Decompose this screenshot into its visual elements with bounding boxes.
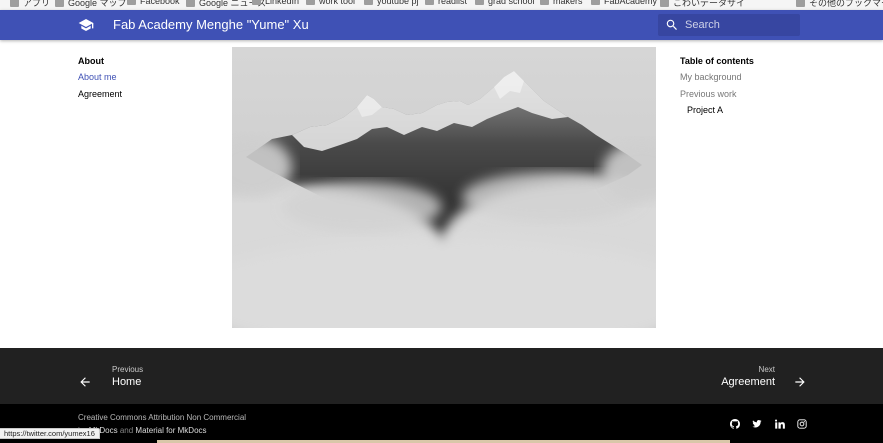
bookmark-label: youtube pj xyxy=(377,0,419,6)
instagram-icon[interactable] xyxy=(797,419,807,429)
table-of-contents: Table of contents My background Previous… xyxy=(680,56,840,122)
bookmark-folder-icon xyxy=(55,0,64,7)
status-bar-url: https://twitter.com/yumex16 xyxy=(0,428,100,439)
search-box[interactable] xyxy=(658,14,800,36)
bookmark-item[interactable]: Google マップ xyxy=(55,0,127,9)
hero-mountain-image xyxy=(232,47,656,328)
bookmark-item[interactable]: youtube pj xyxy=(364,0,419,6)
bookmark-item[interactable]: work tool xyxy=(306,0,355,6)
next-page-link[interactable]: Next Agreement xyxy=(700,362,810,392)
bookmark-label: アプリ xyxy=(23,0,51,8)
bookmark-label: FabAcademy xyxy=(604,0,658,6)
previous-page-link[interactable]: Previous Home xyxy=(78,362,198,392)
bookmark-folder-icon xyxy=(252,0,261,5)
bookmark-label: makers xyxy=(553,0,583,6)
next-label: Next xyxy=(758,365,775,374)
arrow-left-icon xyxy=(80,377,90,387)
bookmark-item[interactable]: makers xyxy=(540,0,583,6)
bookmark-item[interactable]: Facebook xyxy=(127,0,180,6)
footer-meta: Creative Commons Attribution Non Commerc… xyxy=(0,404,883,443)
bookmark-folder-icon xyxy=(425,0,434,5)
bookmark-item[interactable]: その他のブックマーク xyxy=(796,0,883,9)
github-icon[interactable] xyxy=(730,419,740,429)
linkedin-icon[interactable] xyxy=(775,419,785,429)
bookmark-folder-icon xyxy=(10,0,19,7)
bookmark-label: readlist xyxy=(438,0,468,6)
bookmark-label: work tool xyxy=(319,0,356,6)
bookmark-folder-icon xyxy=(475,0,484,5)
bookmark-folder-icon xyxy=(796,0,805,7)
toc-title: Table of contents xyxy=(680,56,754,66)
bookmark-label: Facebook xyxy=(140,0,180,6)
bookmark-item[interactable]: readlist xyxy=(425,0,467,6)
bookmark-folder-icon xyxy=(364,0,373,5)
toc-item-project-a[interactable]: Project A xyxy=(680,105,840,122)
bookmark-folder-icon xyxy=(306,0,315,5)
bookmark-folder-icon xyxy=(591,0,600,5)
bookmark-label: Google マップ xyxy=(68,0,127,8)
next-page-title: Agreement xyxy=(721,376,775,388)
credits-and: and xyxy=(119,426,134,435)
bookmark-label: grad school xyxy=(488,0,535,6)
school-icon[interactable] xyxy=(77,17,95,33)
previous-label: Previous xyxy=(112,365,144,374)
primary-nav: About About me Agreement xyxy=(78,56,218,105)
bookmark-folder-icon xyxy=(127,0,136,5)
nav-item-about-me[interactable]: About me xyxy=(78,72,218,89)
bookmark-item[interactable]: grad school xyxy=(475,0,535,6)
arrow-right-icon xyxy=(795,377,805,387)
twitter-icon[interactable] xyxy=(752,419,762,429)
toc-item-previous-work[interactable]: Previous work xyxy=(680,89,840,106)
bookmark-folder-icon xyxy=(540,0,549,5)
bookmark-label: こわいデータサイ xyxy=(673,0,746,8)
bookmarks-bar: アプリ Google マップ Facebook Google ニュース LinkedIn… xyxy=(0,0,883,10)
footer-navigation: Previous Home Next Agreement xyxy=(0,348,883,404)
bookmark-folder-icon xyxy=(660,0,669,7)
previous-page-title: Home xyxy=(112,376,142,388)
bookmark-item[interactable]: LinkedIn xyxy=(252,0,299,6)
bookmark-label: LinkedIn xyxy=(265,0,300,6)
bookmark-label: その他のブックマーク xyxy=(809,0,883,8)
material-for-mkdocs-link[interactable]: Material for MkDocs xyxy=(135,426,206,435)
bookmark-folder-icon xyxy=(186,0,195,7)
copyright-text: Creative Commons Attribution Non Commerc… xyxy=(78,413,247,422)
bookmark-item[interactable]: アプリ xyxy=(10,0,50,9)
nav-item-agreement[interactable]: Agreement xyxy=(78,89,218,106)
bookmark-item[interactable]: こわいデータサイ xyxy=(660,0,745,9)
site-header: Fab Academy Menghe "Yume" Xu xyxy=(0,10,883,40)
search-input[interactable] xyxy=(685,16,795,34)
site-title[interactable]: Fab Academy Menghe "Yume" Xu xyxy=(113,17,309,32)
nav-section-title: About xyxy=(78,56,104,66)
toc-item-my-background[interactable]: My background xyxy=(680,72,840,89)
search-icon xyxy=(666,19,677,30)
bookmark-item[interactable]: FabAcademy xyxy=(591,0,657,6)
